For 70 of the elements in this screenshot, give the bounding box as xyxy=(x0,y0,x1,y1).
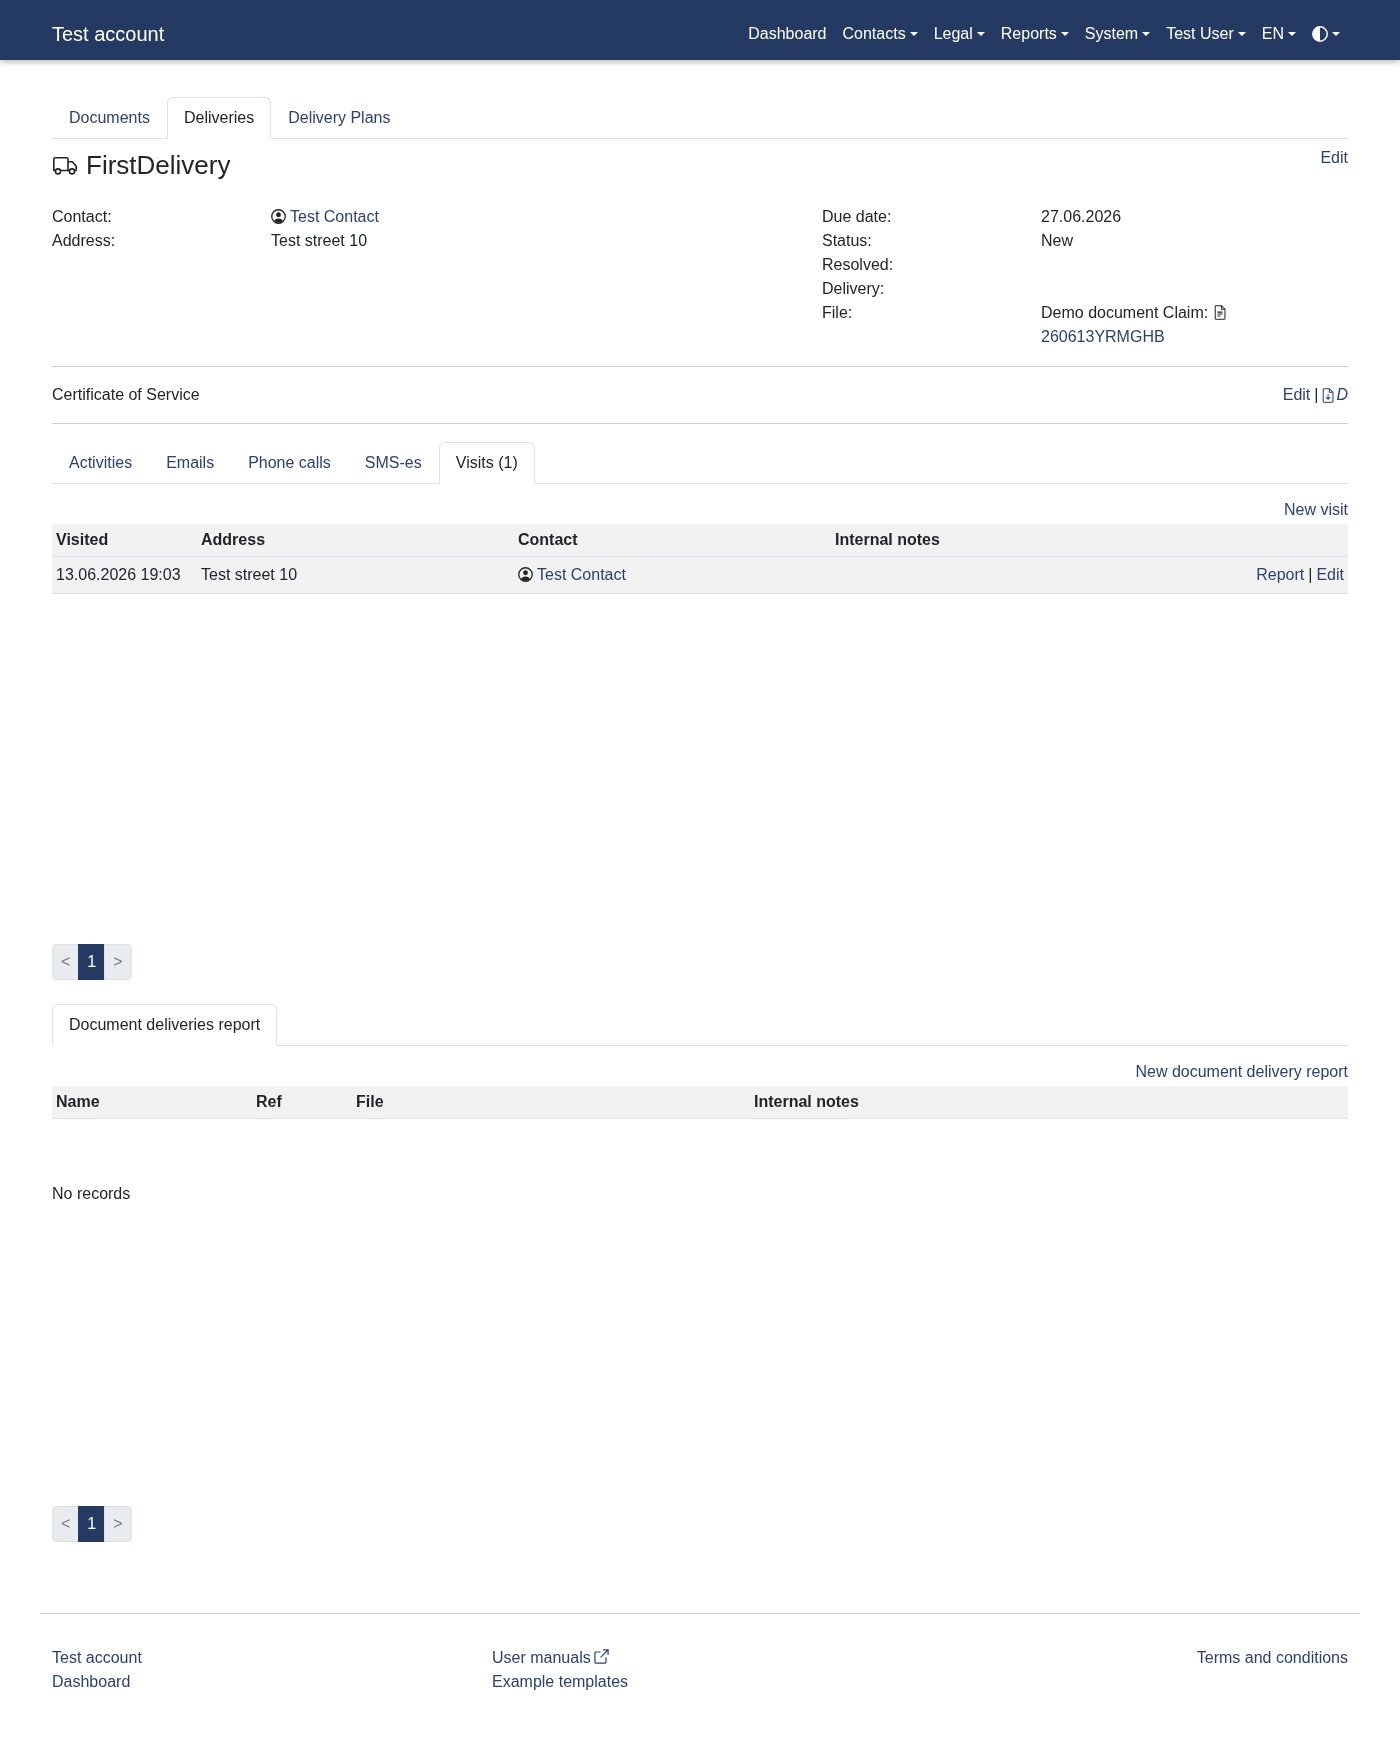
download-link[interactable]: D xyxy=(1322,383,1348,407)
document-icon xyxy=(1214,305,1227,320)
tab[interactable]: Documents xyxy=(52,97,167,139)
truck-icon xyxy=(52,156,78,175)
new-report-link[interactable]: New document delivery report xyxy=(1135,1060,1348,1084)
nav-link[interactable]: Dashboard xyxy=(740,14,835,54)
field-value: 27.06.2026 xyxy=(1041,207,1123,227)
page-button[interactable]: 1 xyxy=(78,1506,106,1542)
column-header: Internal notes xyxy=(834,530,941,550)
table-cell-text: Test street 10 xyxy=(200,565,299,585)
separator: | xyxy=(1314,385,1319,405)
edit-link[interactable]: Edit xyxy=(1282,383,1311,407)
edit-link[interactable]: Edit xyxy=(1320,146,1348,170)
previous-page-button[interactable]: < xyxy=(52,944,80,980)
tab[interactable]: Deliveries xyxy=(166,97,272,139)
new-visit-link[interactable]: New visit xyxy=(1284,498,1348,522)
column-header: Contact xyxy=(517,530,579,550)
column-header: Visited xyxy=(55,530,110,550)
tab[interactable]: Delivery Plans xyxy=(271,97,408,139)
column-header: Address xyxy=(200,530,267,550)
file-link[interactable]: 260613YRMGHB xyxy=(1041,325,1165,349)
contrast-icon xyxy=(1312,26,1328,42)
page-button[interactable]: 1 xyxy=(78,944,106,980)
footer-link[interactable]: Example templates xyxy=(492,1670,629,1694)
table-cell-text: 13.06.2026 19:03 xyxy=(55,565,182,585)
footer-link[interactable]: User manuals xyxy=(492,1646,609,1670)
field-value: New xyxy=(1041,231,1074,251)
previous-page-button[interactable]: < xyxy=(52,1506,80,1542)
field-label: Status: xyxy=(822,231,873,251)
nav-link[interactable]: System xyxy=(1076,14,1159,54)
brand-link[interactable]: Test account xyxy=(52,19,165,49)
field-label: Resolved: xyxy=(822,255,895,275)
field-value: Test street 10 xyxy=(271,231,369,251)
footer-link[interactable]: Terms and conditions xyxy=(1196,1646,1348,1670)
nav-link[interactable]: Contacts xyxy=(834,14,926,54)
next-page-button[interactable]: > xyxy=(104,944,132,980)
column-header: File xyxy=(355,1092,385,1112)
action-link[interactable]: Edit xyxy=(1316,566,1344,583)
tab[interactable]: Document deliveries report xyxy=(52,1004,278,1046)
contact-link[interactable]: Test Contact xyxy=(290,208,379,225)
nav-link[interactable]: EN xyxy=(1253,14,1304,54)
empty-message: No records xyxy=(52,1185,131,1202)
field-label: Due date: xyxy=(822,207,893,227)
file-name: Demo document Claim: xyxy=(1041,304,1209,321)
tab[interactable]: Visits (1) xyxy=(438,442,535,484)
action-link[interactable]: Report xyxy=(1256,566,1305,583)
tab[interactable]: SMS-es xyxy=(347,442,439,484)
nav-link[interactable]: Legal xyxy=(925,14,993,54)
person-icon xyxy=(271,209,286,224)
column-header: Name xyxy=(55,1092,101,1112)
document-download-icon xyxy=(1322,387,1335,403)
field-label: Delivery: xyxy=(822,279,886,299)
field-label: Address: xyxy=(52,231,117,251)
footer-link[interactable]: Test account xyxy=(52,1646,142,1670)
next-page-button[interactable]: > xyxy=(104,1506,132,1542)
nav-link[interactable]: Test User xyxy=(1158,14,1254,54)
column-header: Internal notes xyxy=(753,1092,860,1112)
page-title: FirstDelivery xyxy=(86,150,231,181)
person-icon xyxy=(518,567,533,582)
tab[interactable]: Activities xyxy=(52,442,150,484)
field-label: Contact: xyxy=(52,207,113,227)
section-title: Certificate of Service xyxy=(52,385,200,405)
tab[interactable]: Emails xyxy=(149,442,232,484)
contact-link[interactable]: Test Contact xyxy=(537,566,626,583)
column-header: Ref xyxy=(255,1092,283,1112)
separator: | xyxy=(1308,566,1313,583)
field-label: File: xyxy=(822,303,854,323)
footer-link[interactable]: Dashboard xyxy=(52,1670,131,1694)
nav-link[interactable]: Reports xyxy=(992,14,1077,54)
tab[interactable]: Phone calls xyxy=(231,442,348,484)
